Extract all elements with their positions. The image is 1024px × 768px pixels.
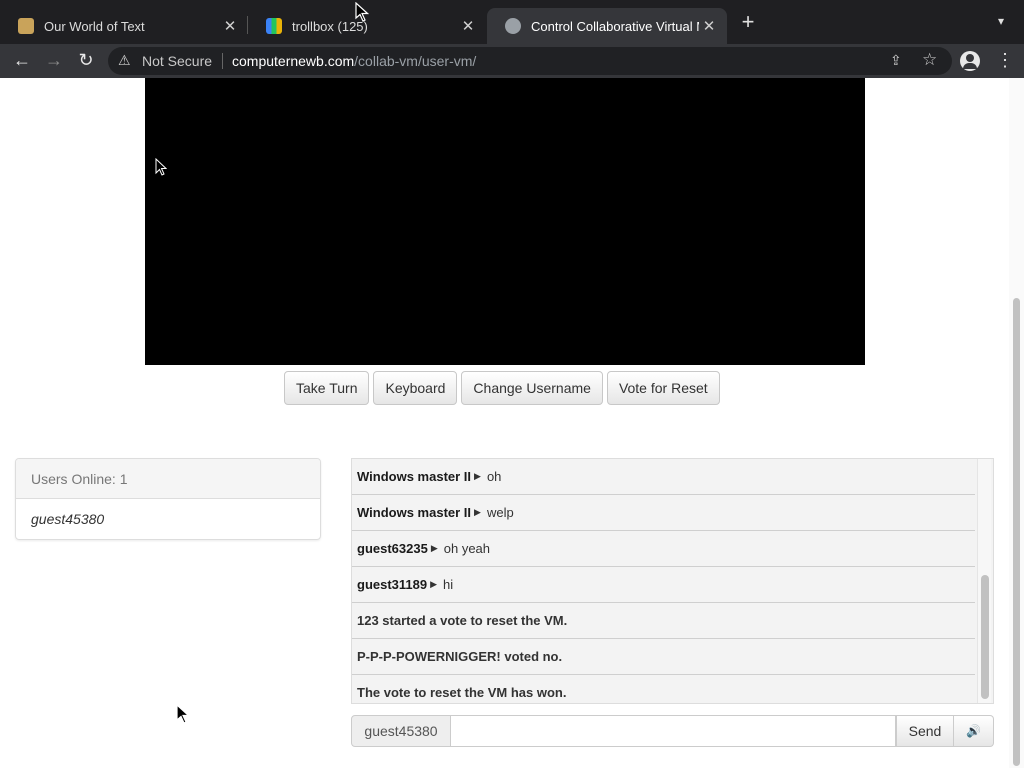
tab-title: Our World of Text	[44, 18, 145, 34]
caret-right-icon: ▶	[430, 543, 438, 553]
chat-text: welp	[486, 505, 514, 520]
chat-message: Windows master II ▶ welp	[352, 495, 975, 531]
speaker-icon[interactable]: 🔊	[954, 715, 994, 747]
chat-username: guest31189	[357, 577, 428, 592]
chat-scrollbar-thumb[interactable]	[981, 575, 989, 699]
chat-message: Windows master II ▶ oh	[352, 459, 975, 495]
close-icon[interactable]: ✕	[699, 17, 719, 35]
chat-message: guest63235 ▶ oh yeah	[352, 531, 975, 567]
chat-text: oh yeah	[443, 541, 491, 556]
chat-username: guest63235	[357, 541, 428, 556]
forward-arrow-icon[interactable]: →	[42, 49, 66, 73]
vm-display[interactable]	[145, 78, 865, 365]
chat-text: oh	[486, 469, 502, 484]
browser-tab-bar: Our World of Text ✕ trollbox (125) ✕ Con…	[0, 0, 1024, 44]
url-host: computernewb.com	[232, 53, 355, 69]
chat-system-message: P-P-P-POWERNIGGER! voted no.	[352, 639, 975, 675]
url-path: /collab-vm/user-vm/	[354, 53, 477, 69]
vm-controls: Take Turn Keyboard Change Username Vote …	[284, 371, 720, 405]
bookmark-star-icon[interactable]: ☆	[922, 50, 937, 70]
send-button[interactable]: Send	[896, 715, 954, 747]
owot-icon	[18, 18, 34, 34]
mouse-pointer-icon	[355, 2, 369, 22]
chat-message-list: Windows master II ▶ oh Windows master II ▶ w…	[352, 459, 975, 703]
vote-for-reset-button[interactable]: Vote for Reset	[606, 371, 720, 405]
tab-title: trollbox (125)	[292, 18, 368, 34]
keyboard-button[interactable]: Keyboard	[373, 371, 458, 405]
chat-message: guest31189 ▶ hi	[352, 567, 975, 603]
page-content: Take Turn Keyboard Change Username Vote …	[0, 78, 1024, 768]
page-scrollbar[interactable]	[1009, 78, 1024, 768]
change-username-button[interactable]: Change Username	[461, 371, 603, 405]
chat-message-input[interactable]	[451, 715, 896, 747]
tab-title: Control Collaborative Virtual M	[531, 18, 699, 34]
user-list-item[interactable]: guest45380	[16, 499, 320, 539]
address-bar[interactable]: ⚠ Not Secure computernewb.com/collab-vm/…	[108, 47, 952, 75]
chat-username: Windows master II	[357, 505, 472, 520]
trollbox-icon	[266, 18, 282, 34]
warning-icon: ⚠	[118, 52, 131, 68]
chat-username: Windows master II	[357, 469, 472, 484]
users-online-header: Users Online: 1	[16, 459, 320, 499]
chat-text: hi	[443, 577, 454, 592]
close-icon[interactable]: ✕	[458, 17, 478, 35]
chat-system-message: The vote to reset the VM has won.	[352, 675, 975, 703]
chevron-down-icon[interactable]: ▾	[992, 14, 1010, 32]
back-arrow-icon[interactable]: ←	[10, 49, 34, 73]
close-icon[interactable]: ✕	[220, 17, 240, 35]
share-icon[interactable]: ⇪	[890, 52, 902, 69]
caret-right-icon: ▶	[474, 471, 481, 481]
mouse-pointer-icon	[176, 704, 190, 724]
caret-right-icon: ▶	[430, 579, 438, 589]
divider	[222, 53, 223, 69]
caret-right-icon: ▶	[474, 507, 481, 517]
take-turn-button[interactable]: Take Turn	[284, 371, 370, 405]
chat-scrollbar[interactable]	[977, 459, 991, 703]
tab-collab-vm[interactable]: Control Collaborative Virtual M ✕	[487, 8, 727, 44]
profile-avatar-icon[interactable]	[960, 51, 980, 71]
new-tab-icon[interactable]: +	[737, 11, 759, 34]
more-menu-icon[interactable]: ⋮	[996, 50, 1014, 70]
page-scrollbar-thumb[interactable]	[1013, 298, 1020, 766]
chat-username-label: guest45380	[351, 715, 451, 747]
collabvm-icon	[505, 18, 521, 34]
tab-our-world-of-text[interactable]: Our World of Text ✕	[0, 8, 248, 44]
browser-toolbar: ← → ↻ ⚠ Not Secure computernewb.com/coll…	[0, 44, 1024, 78]
url-text[interactable]: computernewb.com/collab-vm/user-vm/	[232, 53, 476, 69]
chat-system-message: 123 started a vote to reset the VM.	[352, 603, 975, 639]
vm-cursor-icon	[155, 158, 167, 176]
chat-log[interactable]: Windows master II ▶ oh Windows master II ▶ w…	[351, 458, 994, 704]
security-label: Not Secure	[142, 53, 213, 69]
reload-icon[interactable]: ↻	[74, 49, 98, 73]
chat-input-bar: guest45380 Send 🔊	[351, 715, 994, 747]
users-online-panel: Users Online: 1 guest45380	[15, 458, 321, 540]
